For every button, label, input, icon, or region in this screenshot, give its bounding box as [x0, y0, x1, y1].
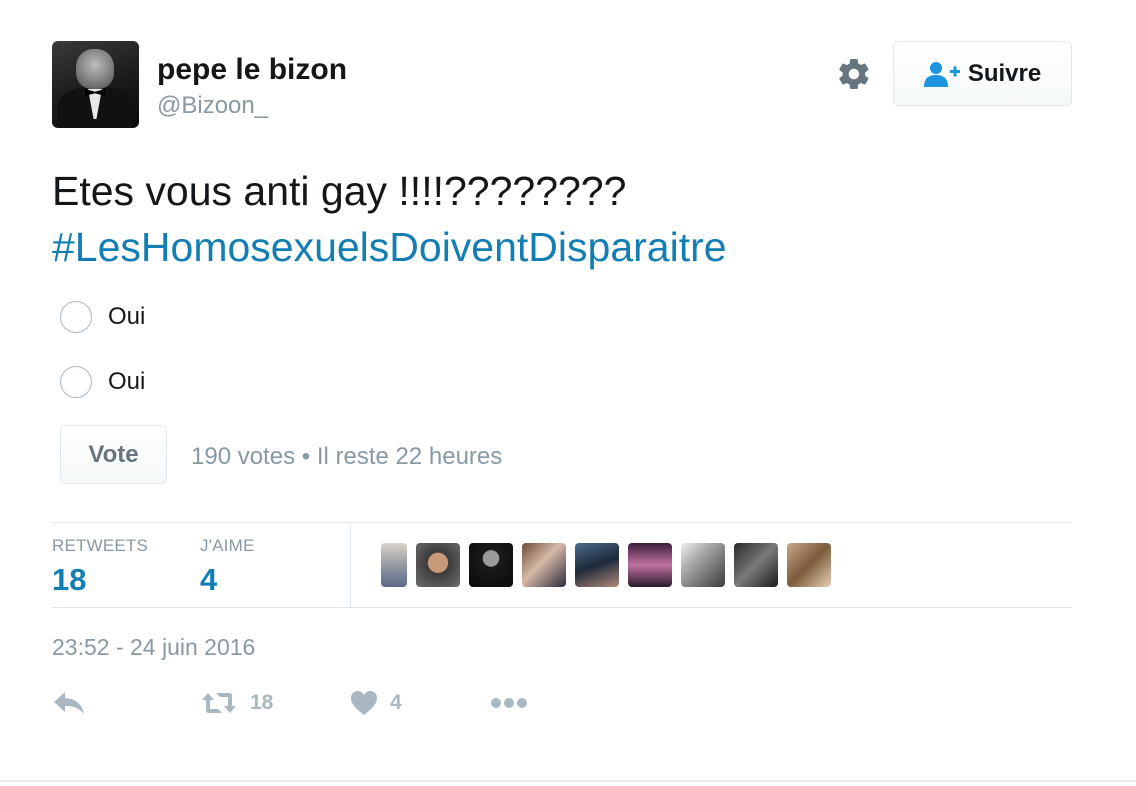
liker-avatar[interactable] — [628, 543, 672, 587]
tweet-text: Etes vous anti gay !!!!???????? #LesHomo… — [52, 163, 727, 275]
like-button[interactable]: 4 — [350, 690, 402, 716]
likes-stat[interactable]: J'AIME 4 — [200, 536, 255, 598]
reply-icon — [54, 692, 84, 714]
poll-choice-1[interactable]: Oui — [60, 300, 360, 334]
stats-separator — [350, 522, 351, 607]
tweet-bottom-border — [0, 780, 1136, 782]
poll-radio[interactable] — [60, 366, 92, 398]
more-dots-icon — [491, 698, 527, 708]
liker-avatar[interactable] — [681, 543, 725, 587]
divider-bottom — [52, 607, 1072, 608]
vote-button[interactable]: Vote — [60, 425, 167, 484]
retweets-stat[interactable]: RETWEETS 18 — [52, 536, 148, 598]
tweet-body: Etes vous anti gay !!!!???????? — [52, 168, 627, 214]
poll-meta: 190 votes • Il reste 22 heures — [191, 443, 503, 470]
likes-label: J'AIME — [200, 536, 255, 555]
retweet-count: 18 — [250, 691, 274, 714]
liker-avatar[interactable] — [734, 543, 778, 587]
divider-top — [52, 522, 1072, 523]
retweets-label: RETWEETS — [52, 536, 149, 555]
avatar[interactable] — [52, 41, 139, 128]
gear-icon[interactable] — [836, 56, 872, 92]
author-name[interactable]: pepe le bizon — [157, 53, 347, 87]
avatar-face — [76, 49, 114, 89]
hashtag-link[interactable]: #LesHomosexuelsDoiventDisparaitre — [52, 219, 727, 275]
retweets-count: 18 — [52, 562, 87, 597]
liker-avatar[interactable] — [575, 543, 619, 587]
tweet-card: pepe le bizon @Bizoon_ Suivre Etes vous … — [0, 0, 1136, 786]
tweet-timestamp[interactable]: 23:52 - 24 juin 2016 — [52, 634, 255, 661]
liker-avatar[interactable] — [469, 543, 513, 587]
poll-choice-label: Oui — [108, 368, 146, 395]
liker-avatar[interactable] — [522, 543, 566, 587]
likers-avatars — [381, 543, 831, 587]
liker-avatar[interactable] — [381, 543, 407, 587]
author-handle[interactable]: @Bizoon_ — [157, 92, 268, 120]
retweet-button[interactable]: 18 — [200, 690, 273, 716]
poll-choice-2[interactable]: Oui — [60, 365, 360, 399]
more-button[interactable] — [490, 690, 528, 716]
follow-button-label: Suivre — [967, 59, 1042, 87]
like-count: 4 — [390, 691, 402, 714]
poll-choice-label: Oui — [108, 303, 146, 330]
reply-button[interactable] — [52, 690, 86, 716]
retweet-icon — [202, 693, 236, 713]
follow-user-plus-icon — [923, 61, 960, 87]
liker-avatar[interactable] — [787, 543, 831, 587]
poll-radio[interactable] — [60, 301, 92, 333]
follow-button[interactable]: Suivre — [893, 41, 1072, 106]
liker-avatar[interactable] — [416, 543, 460, 587]
likes-count: 4 — [200, 562, 218, 597]
heart-icon — [351, 691, 377, 715]
